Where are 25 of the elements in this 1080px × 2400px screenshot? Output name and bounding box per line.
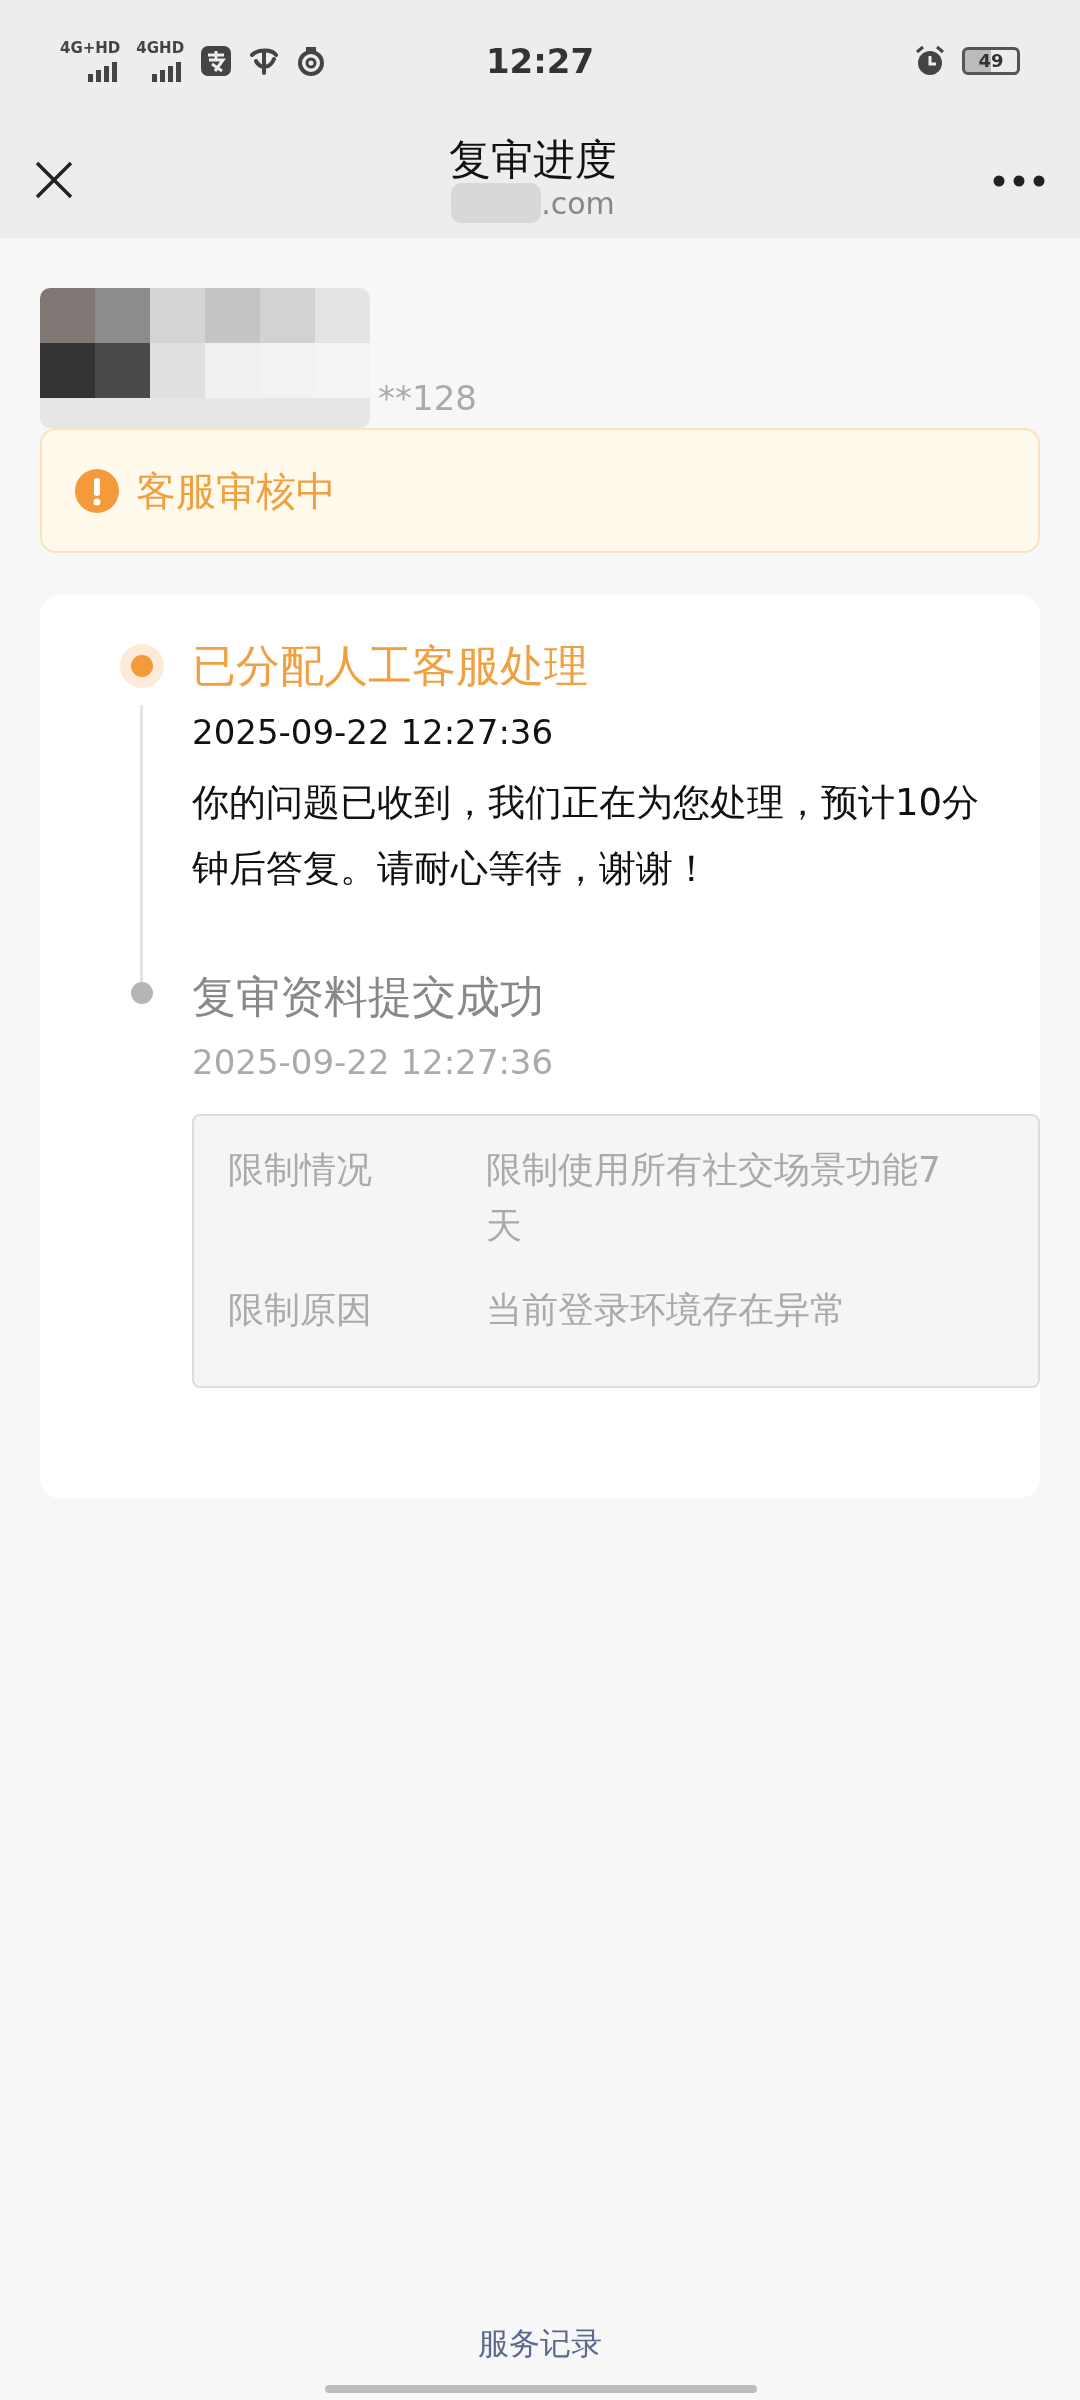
step-message: 你的问题已收到，我们正在为您处理，预计10分钟后答复。请耐心等待，谢谢！ [192,779,981,892]
detail-value: 限制使用所有社交场景功能7天 [486,1148,942,1249]
network-label: 4GHD [136,40,185,56]
warning-icon [74,467,120,514]
page-title: 复审进度 [449,136,617,184]
status-text: 客服审核中 [136,466,336,516]
alarm-icon [914,45,946,77]
detail-label: 限制原因 [228,1288,373,1333]
service-record-link[interactable]: 服务记录 [478,2325,602,2361]
page-domain: .com [541,186,615,220]
app-icon [200,45,233,77]
detail-label: 限制情况 [228,1148,373,1193]
close-button[interactable] [34,160,74,200]
step-time: 2025-09-22 12:27:36 [192,1041,555,1085]
network-label: 4G+HD [60,40,121,56]
detail-value: 当前登录环境存在异常 [486,1288,847,1333]
swirl-icon [296,45,327,77]
battery-indicator: 49 [962,47,1020,75]
account-number: **128 [378,377,477,420]
close-icon [34,160,74,200]
step-title: 已分配人工客服处理 [192,639,589,693]
step-time: 2025-09-22 12:27:36 [192,710,555,754]
step-title: 复审资料提交成功 [192,969,545,1024]
more-icon [992,173,1046,188]
clock-time: 12:27 [485,39,595,83]
